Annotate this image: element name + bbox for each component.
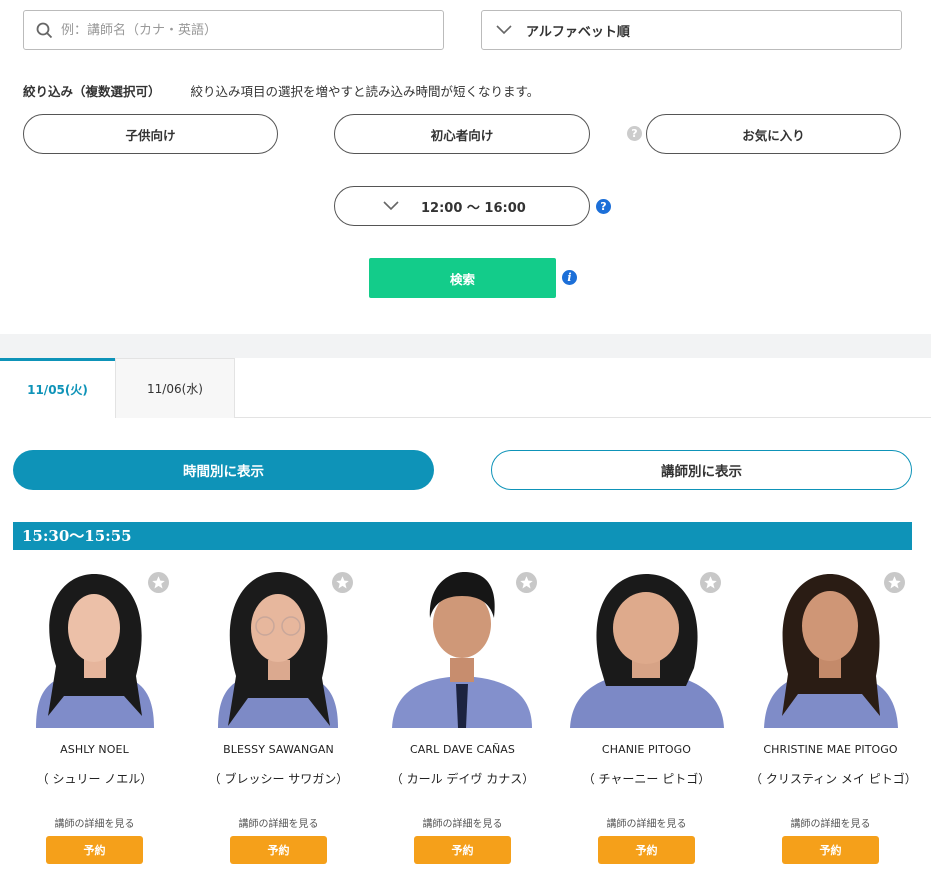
teacher-card: CARL DAVE CAÑAS （ カール デイヴ カナス） 講師の詳細を見る …	[382, 566, 543, 864]
teacher-name: CARL DAVE CAÑAS	[410, 743, 515, 756]
filter-note: 絞り込み項目の選択を増やすと読み込み時間が短くなります。	[190, 84, 540, 99]
book-button[interactable]: 予約	[46, 836, 143, 864]
teacher-card: BLESSY SAWANGAN （ ブレッシー サワガン） 講師の詳細を見る 予…	[198, 566, 359, 864]
teacher-kana: （ カール デイヴ カナス）	[390, 772, 535, 786]
info-icon[interactable]: i	[562, 270, 577, 285]
teacher-detail-link[interactable]: 講師の詳細を見る	[14, 815, 175, 830]
filter-title: 絞り込み（複数選択可）	[23, 84, 161, 99]
chevron-down-icon	[383, 201, 399, 211]
book-button[interactable]: 予約	[598, 836, 695, 864]
book-button[interactable]: 予約	[782, 836, 879, 864]
teacher-name: CHANIE PITOGO	[601, 743, 692, 756]
help-icon[interactable]: ?	[596, 199, 611, 214]
teacher-photo[interactable]	[14, 566, 175, 728]
teacher-photo[interactable]	[566, 566, 727, 728]
teacher-detail-link[interactable]: 講師の詳細を見る	[750, 815, 911, 830]
teacher-card: ASHLY NOEL （ シュリー ノエル） 講師の詳細を見る 予約	[14, 566, 175, 864]
time-range-select[interactable]: 12:00 ～ 16:00	[334, 186, 590, 226]
book-button[interactable]: 予約	[230, 836, 327, 864]
teacher-detail-link[interactable]: 講師の詳細を見る	[566, 815, 727, 830]
chevron-down-icon	[496, 25, 512, 35]
date-tabs: 11/05(火) 11/06(水)	[0, 358, 931, 418]
search-icon	[36, 22, 53, 38]
search-field[interactable]	[23, 10, 444, 50]
time-slot-header: 15:30～15:55	[13, 522, 912, 550]
favorite-star-icon[interactable]	[884, 572, 905, 593]
favorite-star-icon[interactable]	[332, 572, 353, 593]
tab-date-1105[interactable]: 11/05(火)	[0, 358, 115, 418]
filter-beginner-button[interactable]: 初心者向け	[334, 114, 590, 154]
teacher-card: CHRISTINE MAE PITOGO （ クリスティン メイ ピトゴ） 講師…	[750, 566, 917, 864]
teacher-photo[interactable]	[382, 566, 543, 728]
filter-kids-button[interactable]: 子供向け	[23, 114, 278, 154]
book-button[interactable]: 予約	[414, 836, 511, 864]
filter-heading: 絞り込み（複数選択可） 絞り込み項目の選択を増やすと読み込み時間が短くなります。	[23, 81, 539, 100]
favorite-star-icon[interactable]	[148, 572, 169, 593]
filter-favorites-button[interactable]: お気に入り	[646, 114, 901, 154]
teacher-name: BLESSY SAWANGAN	[223, 743, 334, 756]
teacher-name: ASHLY NOEL	[60, 743, 129, 756]
teacher-photo[interactable]	[750, 566, 911, 728]
teacher-kana: （ シュリー ノエル）	[36, 772, 153, 786]
teacher-kana: （ チャーニー ピトゴ）	[582, 772, 711, 786]
teacher-name: CHRISTINE MAE PITOGO	[763, 743, 898, 756]
teacher-photo[interactable]	[198, 566, 359, 728]
time-range-value: 12:00 ～ 16:00	[421, 200, 526, 216]
favorite-star-icon[interactable]	[516, 572, 537, 593]
teacher-detail-link[interactable]: 講師の詳細を見る	[382, 815, 543, 830]
teacher-detail-link[interactable]: 講師の詳細を見る	[198, 815, 359, 830]
teacher-card: CHANIE PITOGO （ チャーニー ピトゴ） 講師の詳細を見る 予約	[566, 566, 727, 864]
sort-select[interactable]: アルファベット順	[481, 10, 902, 50]
tab-date-1106[interactable]: 11/06(水)	[115, 358, 235, 418]
view-by-teacher-button[interactable]: 講師別に表示	[491, 450, 912, 490]
teacher-kana: （ クリスティン メイ ピトゴ）	[750, 772, 917, 786]
favorite-star-icon[interactable]	[700, 572, 721, 593]
help-icon[interactable]: ?	[627, 126, 642, 141]
view-by-time-button[interactable]: 時間別に表示	[13, 450, 434, 490]
search-button[interactable]: 検索	[369, 258, 556, 298]
section-divider	[0, 334, 931, 358]
sort-select-value: アルファベット順	[526, 24, 630, 40]
search-input[interactable]	[61, 22, 401, 38]
teacher-kana: （ ブレッシー サワガン）	[208, 772, 349, 786]
